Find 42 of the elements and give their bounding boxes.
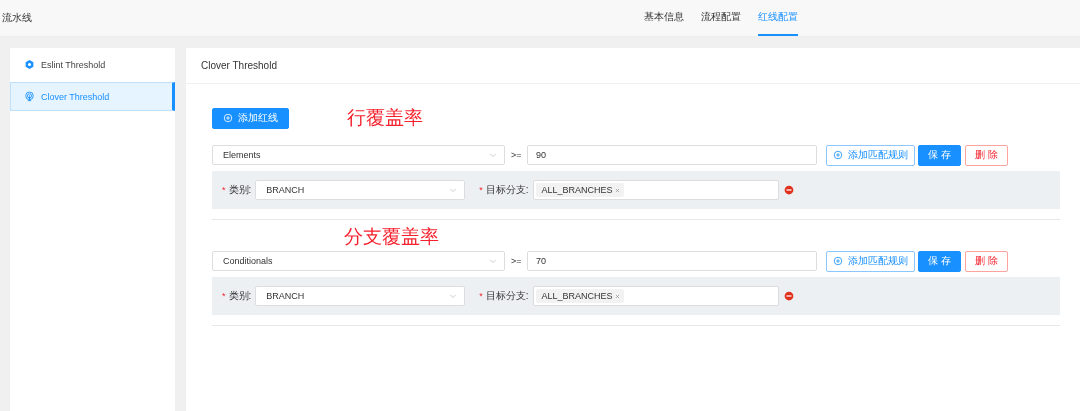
plus-circle-icon	[223, 113, 233, 123]
category-select[interactable]: BRANCH	[255, 286, 466, 306]
plus-circle-icon	[833, 256, 843, 266]
required-mark: *	[479, 185, 483, 195]
page-title: 流水线	[2, 11, 32, 25]
chevron-down-icon	[488, 150, 498, 160]
branch-tag: ALL_BRANCHES	[535, 289, 624, 303]
sidebar-item[interactable]: Eslint Threshold	[10, 50, 175, 79]
field-label: 类别:	[228, 183, 252, 197]
metric-select[interactable]: Elements	[212, 145, 505, 165]
nav-tab[interactable]: 基本信息	[644, 0, 684, 36]
hexagon-icon	[24, 59, 35, 70]
chevron-down-icon	[448, 185, 459, 195]
delete-button[interactable]: 删 除	[964, 250, 1008, 272]
required-mark: *	[222, 185, 226, 195]
delete-button[interactable]: 删 除	[964, 144, 1008, 166]
annotation-text: 行覆盖率	[347, 105, 423, 130]
plus-circle-icon	[833, 150, 843, 160]
metric-select[interactable]: Conditionals	[212, 251, 505, 271]
remove-icon	[783, 185, 794, 195]
card-title: Clover Threshold	[186, 48, 1080, 84]
chevron-down-icon	[488, 256, 498, 266]
operator-label: >=	[511, 256, 523, 266]
value-field[interactable]: 70	[527, 251, 817, 271]
nav-tab[interactable]: 流程配置	[701, 0, 741, 36]
annotation-text: 分支覆盖率	[344, 224, 439, 249]
category-select[interactable]: BRANCH	[255, 180, 466, 200]
branch-tag: ALL_BRANCHES	[535, 183, 624, 197]
branch-select[interactable]: ALL_BRANCHES	[532, 180, 779, 200]
close-icon	[613, 186, 621, 194]
radar-icon	[24, 91, 35, 102]
chevron-down-icon	[448, 291, 459, 301]
branch-select[interactable]: ALL_BRANCHES	[532, 286, 779, 306]
remove-icon	[783, 291, 794, 301]
field-label: 目标分支:	[485, 289, 529, 303]
field-label: 目标分支:	[485, 183, 529, 197]
value-field[interactable]: 90	[527, 145, 817, 165]
operator-label: >=	[511, 150, 523, 160]
close-icon	[613, 292, 621, 300]
field-label: 类别:	[228, 289, 252, 303]
required-mark: *	[222, 291, 226, 301]
required-mark: *	[479, 291, 483, 301]
